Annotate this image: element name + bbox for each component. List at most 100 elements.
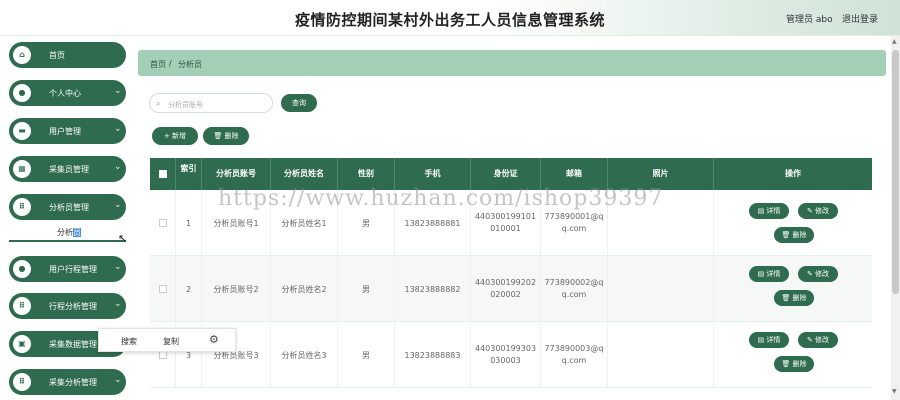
watermark-text: https://www.huzhan.com/ishop39397: [218, 186, 664, 211]
apps-icon: ⠿: [13, 373, 31, 391]
sidebar-item-label: 采集数据管理: [49, 340, 97, 349]
header-select-all[interactable]: [150, 158, 176, 190]
person-icon: ●: [13, 84, 31, 102]
sidebar-item-label: 个人中心: [49, 89, 81, 98]
edit-button[interactable]: ✎ 修改: [798, 332, 838, 348]
search-input[interactable]: ⌕ 分析员账号: [149, 93, 273, 113]
home-icon: ⌂: [13, 46, 31, 64]
cell-idcard: 440300199101010001: [474, 212, 537, 233]
sidebar-item-label: 采集员管理: [49, 165, 89, 174]
cell-email: 773890002@qq.com: [544, 278, 604, 299]
sidebar-item-label: 采集分析管理: [49, 378, 97, 387]
delete-button[interactable]: 🗑 删除: [774, 356, 814, 372]
grid-icon: ▦: [13, 160, 31, 178]
sidebar-item-collection-analysis[interactable]: ⠿ 采集分析管理 ⌄: [9, 369, 126, 395]
sidebar-item-trip-analysis[interactable]: ⠿ 行程分析管理 ⌄: [9, 293, 126, 319]
sidebar-item-label: 首页: [49, 51, 65, 60]
sidebar-item-analysts[interactable]: ⠿ 分析员管理 ⌄: [9, 194, 126, 220]
row-checkbox[interactable]: [158, 219, 167, 227]
scroll-up-icon[interactable]: ▲: [892, 38, 897, 45]
sidebar-item-label: 行程分析管理: [49, 302, 97, 311]
clipboard-icon: ▣: [13, 335, 31, 353]
search-placeholder: 分析员账号: [168, 101, 203, 109]
apps-icon: ⠿: [13, 198, 31, 216]
cell-phone: 13823888883: [395, 322, 471, 388]
table-row: 2 分析员账号2 分析员姓名2 男 13823888882 4403001992…: [150, 256, 872, 322]
detail-button[interactable]: ▤ 详情: [749, 203, 789, 219]
cell-photo: [608, 256, 714, 322]
context-copy-item[interactable]: 复制: [163, 336, 179, 347]
select-all-checkbox[interactable]: [159, 170, 167, 178]
cell-idcard-wrap: 440300199202020002: [471, 256, 541, 322]
sidebar-item-label: 用户管理: [49, 127, 81, 136]
row-checkbox[interactable]: [158, 351, 167, 359]
cell-index: 2: [176, 256, 202, 322]
row-select-cell[interactable]: [150, 256, 176, 322]
mouse-cursor-icon: ↖: [118, 232, 128, 245]
cell-name: 分析员姓名2: [271, 256, 338, 322]
edit-button[interactable]: ✎ 修改: [798, 203, 838, 219]
chevron-down-icon: ⌄: [114, 162, 122, 172]
cell-gender: 男: [338, 322, 395, 388]
breadcrumb-home[interactable]: 首页: [150, 59, 166, 70]
cell-gender: 男: [338, 256, 395, 322]
app-title: 疫情防控期间某村外出务工人员信息管理系统: [294, 11, 605, 29]
sidebar-item-users[interactable]: ▬ 用户管理 ⌄: [9, 118, 126, 144]
breadcrumb: 首页 / 分析员: [138, 50, 886, 76]
header-actions: 操作: [785, 169, 801, 178]
delete-button[interactable]: 🗑 删除: [774, 227, 814, 243]
vertical-scrollbar[interactable]: ▲ ▼: [891, 36, 900, 400]
detail-button[interactable]: ▤ 详情: [749, 266, 789, 282]
row-checkbox[interactable]: [158, 285, 167, 293]
sidebar-subitem-analyst[interactable]: 分析员: [9, 222, 126, 242]
chevron-down-icon: ⌄: [114, 299, 122, 309]
cell-account: 分析员账号2: [202, 256, 271, 322]
header-index: 索引: [176, 158, 202, 190]
cell-name: 分析员姓名3: [271, 322, 338, 388]
cell-phone: 13823888882: [395, 256, 471, 322]
chevron-down-icon: ⌄: [114, 200, 122, 210]
admin-label[interactable]: 管理员 abo: [786, 12, 833, 25]
batch-delete-button[interactable]: 🗑 删除: [203, 127, 249, 145]
search-icon: ⌕: [156, 99, 161, 108]
search-button[interactable]: 查询: [281, 94, 317, 112]
cell-actions: [714, 256, 872, 322]
scroll-down-icon[interactable]: ▼: [892, 388, 897, 395]
sidebar-item-collectors[interactable]: ▦ 采集员管理 ⌄: [9, 156, 126, 182]
top-bar: 疫情防控期间某村外出务工人员信息管理系统 管理员 abo 退出登录: [0, 0, 900, 36]
context-search-item[interactable]: 搜索: [121, 336, 137, 347]
context-menu: 搜索 复制 ⚙: [98, 328, 236, 352]
sidebar-item-user-trips[interactable]: ● 用户行程管理 ⌄: [9, 256, 126, 282]
sidebar-item-home[interactable]: ⌂ 首页: [9, 42, 126, 68]
cell-email-wrap: 773890003@qq.com: [541, 322, 608, 388]
scrollbar-thumb[interactable]: [892, 50, 899, 294]
chevron-down-icon: ⌄: [114, 375, 122, 385]
delete-button[interactable]: 🗑 删除: [774, 290, 814, 306]
sidebar-item-profile[interactable]: ● 个人中心 ⌄: [9, 80, 126, 106]
cell-idcard-wrap: 440300199303030003: [471, 322, 541, 388]
sidebar-subitem-label: 分析员: [57, 228, 81, 237]
edit-button[interactable]: ✎ 修改: [798, 266, 838, 282]
cell-email: 773890001@qq.com: [544, 212, 604, 233]
logout-link[interactable]: 退出登录: [842, 12, 878, 25]
detail-button[interactable]: ▤ 详情: [749, 332, 789, 348]
add-button[interactable]: + 新增: [152, 127, 198, 145]
sidebar-item-label: 分析员管理: [49, 203, 89, 212]
chevron-down-icon: ⌄: [114, 86, 122, 96]
cell-email: 773890003@qq.com: [544, 344, 604, 365]
cell-actions: [714, 322, 872, 388]
table-row: 3 分析员账号3 分析员姓名3 男 13823888883 4403001993…: [150, 322, 872, 388]
breadcrumb-current: 分析员: [178, 60, 202, 69]
id-card-icon: ▬: [13, 122, 31, 140]
cell-photo: [608, 322, 714, 388]
apps-icon: ⠿: [13, 297, 31, 315]
gear-icon[interactable]: ⚙: [209, 333, 219, 346]
cell-index: 1: [176, 190, 202, 256]
cell-idcard: 440300199202020002: [474, 278, 537, 299]
cell-email-wrap: 773890002@qq.com: [541, 256, 608, 322]
cell-idcard: 440300199303030003: [474, 344, 537, 365]
chevron-down-icon: ⌄: [114, 124, 122, 134]
row-select-cell[interactable]: [150, 190, 176, 256]
chevron-down-icon: ⌄: [114, 262, 122, 272]
breadcrumb-separator: /: [169, 59, 172, 68]
